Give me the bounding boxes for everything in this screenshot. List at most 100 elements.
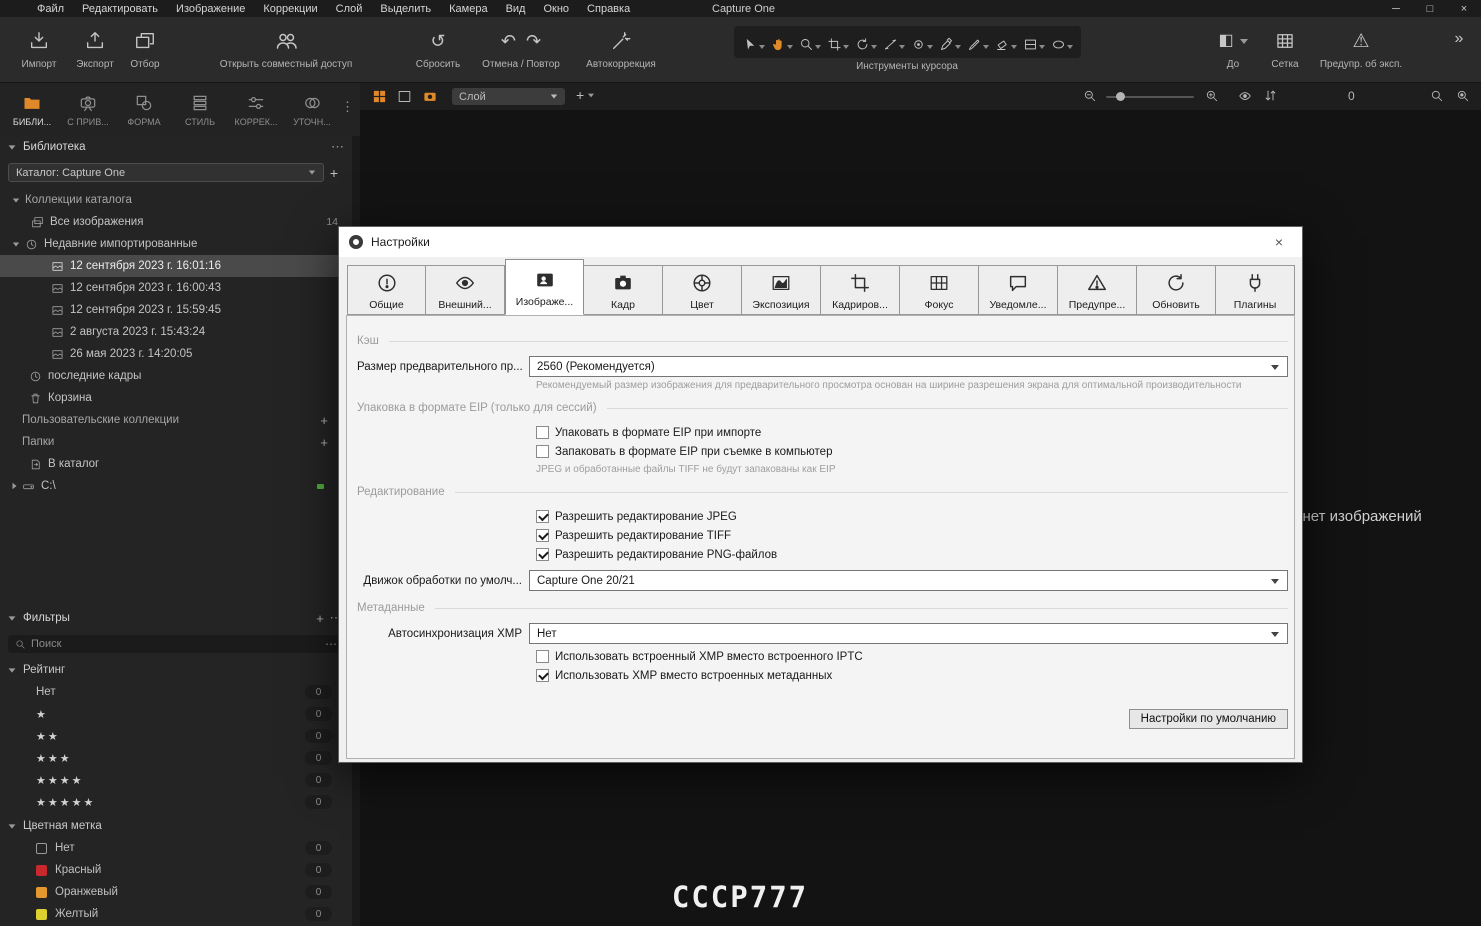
select-tool-button[interactable]: [740, 26, 767, 58]
zoom-slider-thumb[interactable]: [1116, 92, 1125, 101]
tree-item-trash[interactable]: Корзина: [0, 387, 352, 409]
checkbox[interactable]: [536, 669, 549, 682]
menu-edit[interactable]: Редактировать: [73, 3, 167, 15]
eip-pack-import-checkbox-row[interactable]: Упаковать в формате EIP при импорте: [536, 423, 1288, 442]
tree-item-import-session[interactable]: 2 августа 2023 г. 15:43:24: [0, 321, 352, 343]
tree-group-catalog-collections[interactable]: Коллекции каталога: [0, 189, 352, 211]
add-layer-button[interactable]: +: [576, 87, 595, 103]
add-collection-button[interactable]: +: [320, 413, 328, 428]
reset-button[interactable]: ↺ Сбросить: [410, 26, 466, 70]
color-filter-row[interactable]: Оранжевый 0: [0, 881, 352, 903]
add-filter-button[interactable]: +: [312, 611, 328, 626]
color-filter-row[interactable]: Нет 0: [0, 837, 352, 859]
menu-adjustments[interactable]: Коррекции: [254, 3, 326, 15]
menu-select[interactable]: Выделить: [371, 3, 440, 15]
tab-tether[interactable]: С ПРИВ...: [60, 83, 116, 136]
radial-gradient-tool-button[interactable]: [1048, 26, 1075, 58]
tab-color[interactable]: Цвет: [663, 265, 742, 315]
rating-filter-row[interactable]: Нет 0: [0, 681, 352, 703]
tab-focus[interactable]: Фокус: [900, 265, 979, 315]
checkbox[interactable]: [536, 510, 549, 523]
menu-camera[interactable]: Камера: [440, 3, 496, 15]
xmp-embedded-checkbox-row[interactable]: Использовать встроенный XMP вместо встро…: [536, 647, 1288, 666]
menu-image[interactable]: Изображение: [167, 3, 254, 15]
xmp-sync-select[interactable]: Нет: [529, 623, 1288, 644]
tree-item-in-catalog[interactable]: В каталог: [0, 453, 352, 475]
search-input[interactable]: [31, 638, 325, 650]
color-tag-filter-group[interactable]: Цветная метка: [0, 815, 352, 837]
focus-check-icon[interactable]: [1456, 89, 1470, 103]
spot-removal-tool-button[interactable]: [908, 26, 935, 58]
straighten-tool-button[interactable]: [880, 26, 907, 58]
checkbox[interactable]: [536, 548, 549, 561]
thumbnail-grid-icon[interactable]: [372, 89, 387, 104]
edit-tiff-checkbox-row[interactable]: Разрешить редактирование TIFF: [536, 526, 1288, 545]
grid-button[interactable]: Сетка: [1262, 26, 1308, 70]
tree-item-recent-captures[interactable]: последние кадры: [0, 365, 352, 387]
zoom-out-icon[interactable]: [1083, 89, 1097, 103]
rating-filter-row[interactable]: ★★★ 0: [0, 747, 352, 769]
color-filter-row[interactable]: Желтый 0: [0, 903, 352, 925]
zoom-slider[interactable]: [1106, 92, 1194, 101]
hand-tool-button[interactable]: [768, 26, 795, 58]
xmp-instead-checkbox-row[interactable]: Использовать XMP вместо встроенных метад…: [536, 666, 1288, 685]
restore-defaults-button[interactable]: Настройки по умолчанию: [1128, 709, 1288, 729]
tab-adjustments[interactable]: КОРРЕК...: [228, 83, 284, 136]
menu-window[interactable]: Окно: [534, 3, 578, 15]
rating-filter-group[interactable]: Рейтинг: [0, 659, 352, 681]
rating-filter-row[interactable]: ★★ 0: [0, 725, 352, 747]
tab-capture[interactable]: Кадр: [584, 265, 663, 315]
color-filter-row[interactable]: Красный 0: [0, 859, 352, 881]
tree-item-drive-c[interactable]: C:\: [0, 475, 352, 497]
checkbox[interactable]: [536, 529, 549, 542]
close-button[interactable]: ×: [1447, 0, 1481, 17]
rating-filter-row[interactable]: ★★★★ 0: [0, 769, 352, 791]
tool-tab-menu-icon[interactable]: ⋮: [341, 99, 354, 115]
tree-item-import-session[interactable]: 12 сентября 2023 г. 16:01:16: [0, 255, 352, 277]
undo-icon[interactable]: ↶: [501, 32, 516, 50]
redo-icon[interactable]: ↷: [526, 32, 541, 50]
tab-general[interactable]: Общие: [347, 265, 426, 315]
tree-item-import-session[interactable]: 12 сентября 2023 г. 16:00:43: [0, 277, 352, 299]
loupe-icon[interactable]: [1430, 89, 1444, 103]
tab-update[interactable]: Обновить: [1137, 265, 1216, 315]
tree-item-import-session[interactable]: 26 мая 2023 г. 14:20:05: [0, 343, 352, 365]
engine-select[interactable]: Capture One 20/21: [529, 570, 1288, 591]
proof-eye-icon[interactable]: [1237, 89, 1253, 103]
toolbar-overflow-button[interactable]: »: [1444, 31, 1474, 47]
crop-tool-button[interactable]: [824, 26, 851, 58]
export-button[interactable]: Экспорт: [70, 26, 120, 70]
tab-warnings[interactable]: Предупре...: [1058, 265, 1137, 315]
tab-notifications[interactable]: Уведомле...: [979, 265, 1058, 315]
tree-group-user-collections[interactable]: Пользовательские коллекции +: [0, 409, 352, 431]
dialog-titlebar[interactable]: Настройки ×: [339, 227, 1302, 257]
checkbox[interactable]: [536, 426, 549, 439]
tree-group-folders[interactable]: Папки +: [0, 431, 352, 453]
eip-pack-tether-checkbox-row[interactable]: Запаковать в формате EIP при съемке в ко…: [536, 442, 1288, 461]
exposure-warning-button[interactable]: ⚠ Предупр. об эксп.: [1316, 26, 1406, 71]
menu-help[interactable]: Справка: [578, 3, 639, 15]
tab-image[interactable]: Изображе...: [505, 259, 584, 315]
tab-shape[interactable]: ФОРМА: [116, 83, 172, 136]
maximize-button[interactable]: □: [1413, 0, 1447, 17]
dialog-close-button[interactable]: ×: [1266, 234, 1292, 250]
tab-appearance[interactable]: Внешний...: [426, 265, 505, 315]
tab-crop[interactable]: Кадриров...: [821, 265, 900, 315]
search-options-icon[interactable]: ⋯: [325, 637, 337, 651]
rotate-tool-button[interactable]: [852, 26, 879, 58]
filters-panel-header[interactable]: Фильтры + ⋯: [0, 607, 352, 629]
edit-png-checkbox-row[interactable]: Разрешить редактирование PNG-файлов: [536, 545, 1288, 564]
autocorrect-button[interactable]: Автокоррекция: [578, 26, 664, 70]
tab-refine[interactable]: УТОЧН...: [284, 83, 340, 136]
menu-view[interactable]: Вид: [497, 3, 535, 15]
loupe-tool-button[interactable]: [796, 26, 823, 58]
add-catalog-button[interactable]: +: [324, 165, 344, 181]
library-panel-header[interactable]: Библиотека ⋯: [0, 136, 352, 158]
tab-library[interactable]: БИБЛИ...: [4, 83, 60, 136]
tree-item-all-images[interactable]: Все изображения 14: [0, 211, 352, 233]
library-menu-icon[interactable]: ⋯: [331, 139, 344, 155]
preview-size-select[interactable]: 2560 (Рекомендуется): [529, 356, 1288, 377]
tree-item-recent-imports[interactable]: Недавние импортированные: [0, 233, 352, 255]
tab-style[interactable]: СТИЛЬ: [172, 83, 228, 136]
rating-filter-row[interactable]: ★★★★★ 0: [0, 791, 352, 813]
